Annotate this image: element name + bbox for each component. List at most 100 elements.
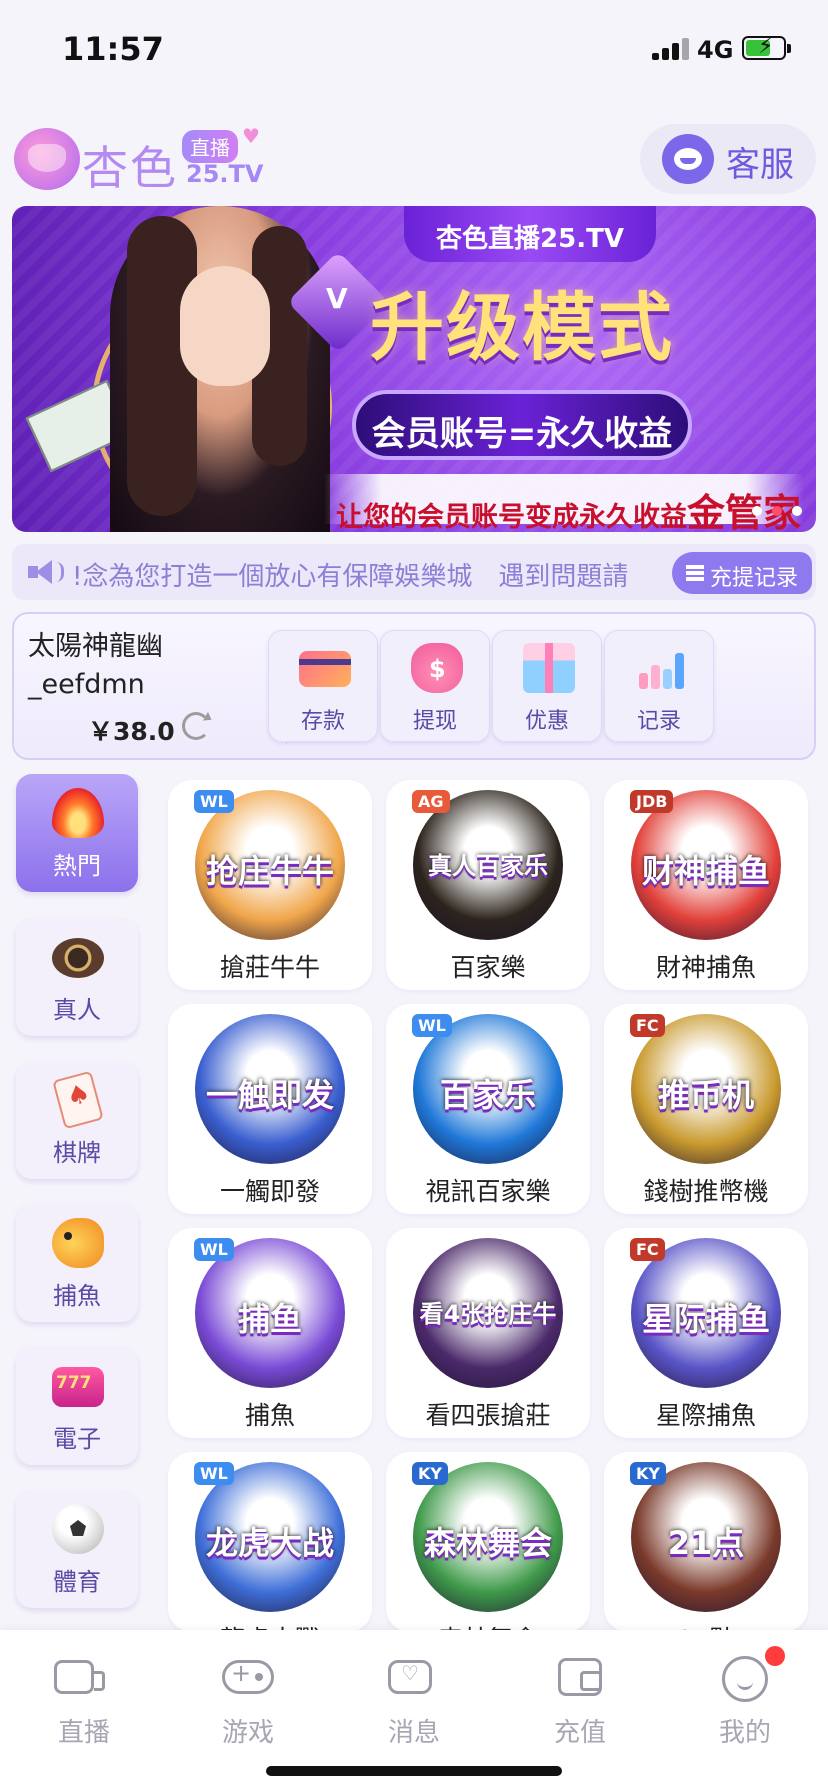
game-label: 星際捕魚 [655,1401,756,1430]
casino-chip-icon [52,938,104,978]
provider-badge: JDB [630,790,674,813]
network-label: 4G [697,36,734,64]
balance-value: ￥38.0 [88,717,175,746]
banner-pill: 会员账号=永久收益 [352,390,692,460]
profile-icon [722,1656,768,1702]
banner-top-label: 杏色直播25.TV [404,206,656,262]
category-fishing[interactable]: 捕魚 [16,1204,138,1322]
logo-site: 25.TV [186,160,264,188]
gift-icon [523,643,575,693]
game-card[interactable]: 一触即发 一觸即發 [168,1004,372,1214]
game-thumbnail-text: 真人百家乐 [428,852,548,880]
status-time: 11:57 [62,30,164,68]
tab-profile[interactable]: 我的 [685,1646,805,1762]
game-thumbnail: 一触即发 [195,1014,345,1164]
heart-icon: ♥ [242,124,260,148]
provider-badge: WL [194,1238,234,1261]
banner-caption: 让您的会员账号变成永久收益金管家 [324,474,804,532]
game-card[interactable]: 捕鱼 WL 捕魚 [168,1228,372,1438]
logo-mark-icon [14,128,80,190]
recharge-record-button[interactable]: 充提记录 [672,552,812,594]
game-thumbnail-text: 推币机 [657,1076,754,1114]
message-icon [388,1660,432,1694]
app-logo: 杏色 直播 25.TV ♥ [14,124,263,195]
announcement-marquee: !念為您打造一個放心有保障娛樂城 遇到問題請 充提记录 [12,544,816,600]
provider-badge: FC [630,1238,665,1261]
provider-badge: FC [630,1014,665,1037]
speaker-icon [26,558,64,586]
game-label: 百家樂 [450,953,526,982]
money-bag-icon [411,643,463,693]
game-thumbnail-text: 百家乐 [439,1076,536,1114]
soccer-ball-icon [52,1504,104,1554]
game-thumbnail-text: 抢庄牛牛 [205,852,334,890]
promo-banner[interactable]: V 杏色直播25.TV 升级模式 会员账号=永久收益 让您的会员账号变成永久收益… [12,206,816,532]
category-chess-cards[interactable]: 棋牌 [16,1061,138,1179]
category-live[interactable]: 真人 [16,918,138,1036]
game-card[interactable]: 真人百家乐 AG 百家樂 [386,780,590,990]
game-label: 視訊百家樂 [425,1177,551,1206]
carousel-dots[interactable] [742,501,802,520]
video-camera-icon [54,1660,105,1694]
tab-games[interactable]: 游戏 [188,1652,308,1762]
game-label: 財神捕魚 [655,953,756,982]
game-card[interactable]: 推币机 FC 錢樹推幣機 [604,1004,808,1214]
provider-badge: AG [412,790,450,813]
customer-service-label: 客服 [726,145,794,185]
provider-badge: KY [412,1462,448,1485]
game-thumbnail-text: 看4张抢庄牛 [419,1300,557,1328]
game-thumbnail: 看4张抢庄牛 [413,1238,563,1388]
status-bar: 11:57 4G ⚡ [0,0,828,100]
game-card[interactable]: 百家乐 WL 視訊百家樂 [386,1004,590,1214]
game-card[interactable]: 财神捕鱼 JDB 財神捕魚 [604,780,808,990]
list-icon [686,565,704,581]
deposit-button[interactable]: 存款 [268,630,378,742]
home-indicator[interactable] [266,1766,562,1776]
user-wallet-card: 太陽神龍幽_eefdmn ￥38.0 存款 提现 优惠 记录 [12,612,816,760]
game-card[interactable]: 抢庄牛牛 WL 搶莊牛牛 [168,780,372,990]
game-card[interactable]: 龙虎大战WL龍虎大戰 [168,1452,372,1632]
category-hot[interactable]: 熱門 [16,774,138,892]
battery-icon: ⚡ [742,34,791,60]
provider-badge: WL [412,1014,452,1037]
banner-headline: 升级模式 [370,285,674,371]
username: 太陽神龍幽_eefdmn [28,631,163,700]
promotion-button[interactable]: 优惠 [492,630,602,742]
game-label: 搶莊牛牛 [219,953,320,982]
game-card[interactable]: 21点KY21點 [604,1452,808,1632]
bar-chart-icon [635,643,687,693]
headset-icon [662,134,714,184]
signal-icon [652,38,690,60]
game-card[interactable]: 看4张抢庄牛 看四張搶莊 [386,1228,590,1438]
provider-badge: KY [630,1462,666,1485]
game-label: 捕魚 [244,1401,295,1430]
game-label: 看四張搶莊 [425,1401,551,1430]
game-thumbnail-text: 龙虎大战 [205,1524,334,1562]
provider-badge: WL [194,1462,234,1485]
provider-badge: WL [194,790,234,813]
customer-service-button[interactable]: 客服 [640,124,816,194]
records-button[interactable]: 记录 [604,630,714,742]
logo-tag: 直播 [182,130,238,163]
fish-icon [52,1218,104,1268]
tab-recharge[interactable]: 充值 [520,1652,640,1762]
tab-live[interactable]: 直播 [24,1652,144,1762]
refresh-icon[interactable] [182,712,210,740]
game-thumbnail-text: 21点 [667,1524,745,1562]
game-thumbnail-text: 森林舞会 [423,1524,552,1562]
game-label: 一觸即發 [219,1177,320,1206]
withdraw-button[interactable]: 提现 [380,630,490,742]
logo-name: 杏色 [82,141,178,195]
announcement-text: !念為您打造一個放心有保障娛樂城 遇到問題請 [72,562,629,592]
notification-dot [765,1646,785,1666]
tab-messages[interactable]: 消息 [354,1652,474,1762]
wallet-icon [558,1658,602,1696]
game-card[interactable]: 星际捕鱼 FC 星際捕魚 [604,1228,808,1438]
game-thumbnail-text: 星际捕鱼 [641,1300,770,1338]
game-card[interactable]: 森林舞会KY森林舞會 [386,1452,590,1632]
category-slots[interactable]: 電子 [16,1347,138,1465]
game-label: 錢樹推幣機 [643,1177,769,1206]
category-sports[interactable]: 體育 [16,1490,138,1608]
game-thumbnail-text: 财神捕鱼 [641,852,770,890]
gamepad-icon [222,1659,274,1694]
